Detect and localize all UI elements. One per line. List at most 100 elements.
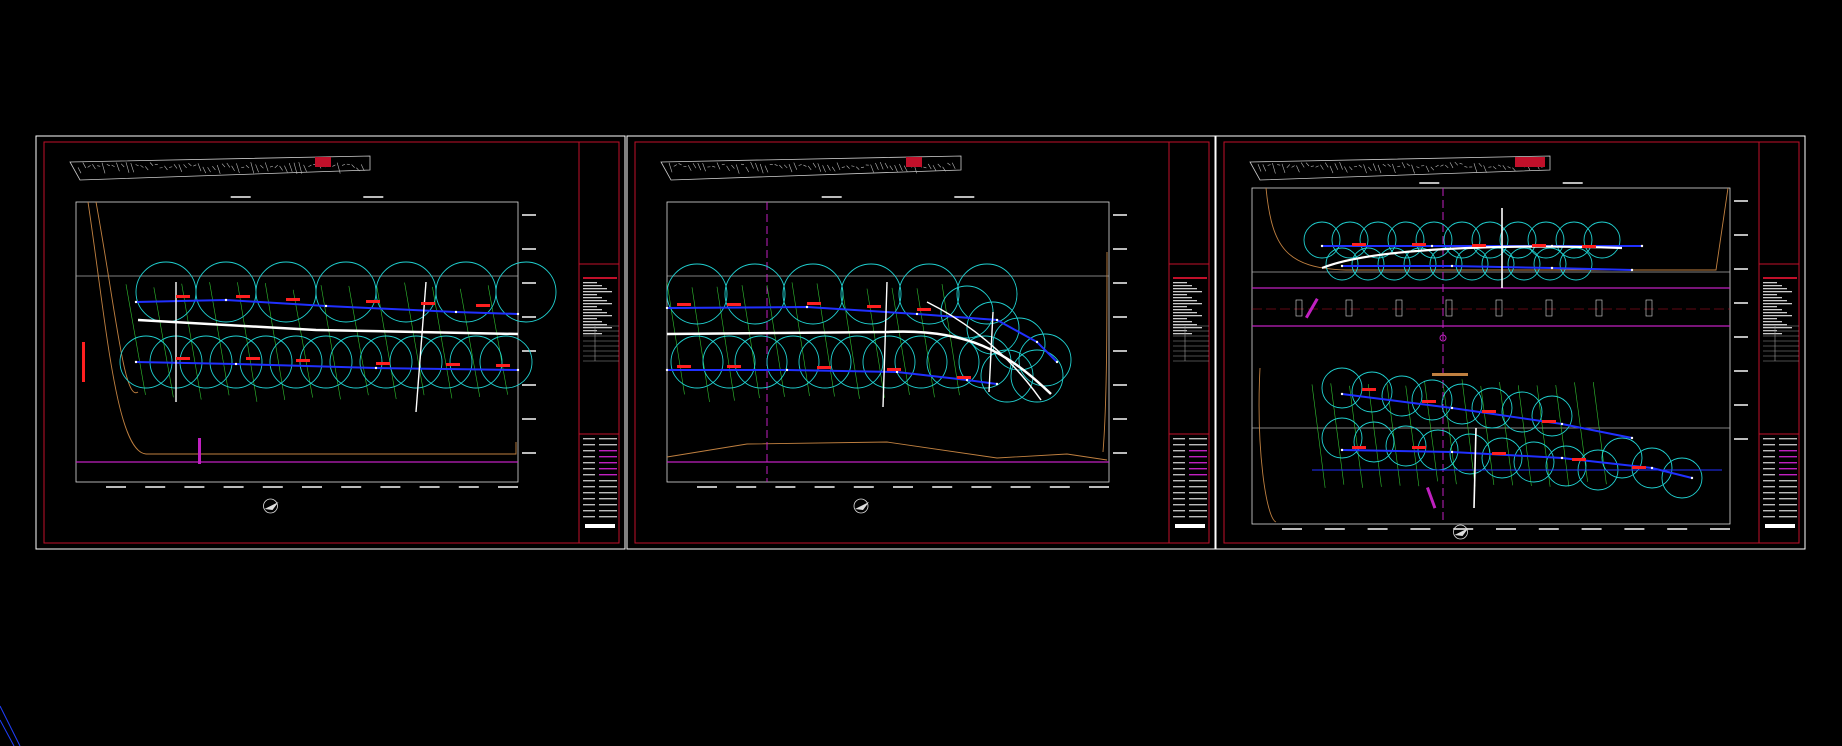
key-plan-hatch	[332, 164, 336, 167]
key-plan-hatch	[1459, 162, 1463, 165]
pipe-node	[1055, 360, 1059, 364]
plan-viewport[interactable]	[1251, 182, 1748, 530]
plant-label	[1422, 400, 1436, 403]
title-block-stamp	[1175, 524, 1205, 528]
coordinate-tick-label	[1010, 486, 1031, 488]
key-plan-hatch	[1291, 165, 1295, 168]
title-block-text-line	[583, 315, 612, 317]
title-block-cell	[1763, 492, 1775, 494]
plant-label	[1352, 243, 1366, 246]
key-plan-hatch	[759, 163, 764, 174]
drawing-sheet-3[interactable]	[1215, 135, 1806, 550]
coordinate-tick-label	[522, 384, 536, 386]
key-plan-hatch	[899, 163, 903, 171]
key-plan-hatch	[336, 162, 341, 174]
plan-viewport[interactable]	[665, 196, 1127, 488]
title-block-cell	[583, 456, 595, 458]
pipe-node	[516, 368, 520, 372]
title-block-cell	[583, 444, 595, 446]
coordinate-tick-label	[1419, 182, 1440, 184]
coordinate-tick-label	[1113, 282, 1127, 284]
key-plan-hatch	[817, 163, 822, 172]
coordinate-tick-label	[184, 486, 205, 488]
plant-label	[366, 300, 380, 303]
key-plan-hatch	[860, 166, 865, 168]
key-plan-hatch	[927, 163, 932, 170]
key-plan-hatch	[735, 164, 740, 174]
pipe-node	[1640, 244, 1644, 248]
title-block-cell	[1189, 486, 1207, 488]
cad-drawing-canvas[interactable]	[0, 0, 1842, 746]
key-plan-hatch	[803, 164, 807, 167]
title-block-text-line	[1173, 327, 1202, 329]
key-plan-hatch	[221, 163, 226, 168]
coordinate-tick-label	[145, 486, 166, 488]
title-block-cell	[1173, 492, 1185, 494]
key-plan-hatch	[712, 165, 716, 168]
key-plan-hatch	[255, 164, 259, 173]
title-block-text-line	[583, 306, 597, 308]
tree-canopy-circle	[702, 335, 756, 389]
title-block-cell	[1763, 438, 1775, 440]
pipe-node	[134, 360, 138, 364]
key-plan-hatch	[183, 164, 187, 169]
key-plan-hatch	[1473, 163, 1478, 173]
tree-canopy-circle	[1601, 437, 1643, 479]
pipe-node	[454, 310, 458, 314]
title-block-cell	[1779, 474, 1797, 476]
title-block-text-line	[1173, 282, 1187, 284]
key-plan-hatch	[1320, 164, 1324, 170]
title-block-cell	[599, 510, 617, 512]
plant-label	[296, 359, 310, 362]
north-arrow-icon	[263, 498, 279, 514]
tree-canopy-circle	[798, 335, 852, 389]
key-plan-hatch	[241, 166, 245, 169]
pipe-node	[915, 312, 919, 316]
coordinate-tick-label	[1734, 336, 1748, 338]
pipe-node	[1035, 340, 1039, 344]
title-block-text-line	[1763, 303, 1792, 305]
key-plan-hatch	[236, 163, 240, 174]
tree-canopy-circle	[1455, 247, 1489, 281]
magenta-callout	[1305, 298, 1319, 319]
key-plan-hatch	[1449, 162, 1454, 169]
coordinate-tick-label	[954, 196, 975, 198]
irrigation-pipe	[1341, 449, 1693, 479]
tree-canopy-circle	[1321, 367, 1363, 409]
key-plan-hatch	[188, 163, 192, 167]
title-block-cell	[1173, 516, 1185, 518]
key-plan-hatch	[779, 164, 783, 169]
plant-label	[1532, 244, 1546, 247]
drawing-sheet-2[interactable]	[626, 135, 1216, 550]
title-block-stamp	[1765, 524, 1795, 528]
key-plan-strip	[69, 155, 371, 181]
tree-canopy-circle	[1441, 383, 1483, 425]
plant-label	[1472, 244, 1486, 247]
key-plan-hatch	[678, 163, 682, 166]
road-marker	[1445, 299, 1453, 317]
title-block-cell	[583, 492, 595, 494]
plant-label	[1542, 420, 1556, 423]
tree-canopy-circle	[195, 261, 257, 323]
coordinate-tick-label	[697, 486, 717, 488]
plant-label	[817, 366, 831, 369]
tree-canopy-circle	[389, 335, 443, 389]
key-plan-hatch	[1281, 163, 1286, 174]
plan-viewport[interactable]	[75, 196, 557, 488]
coordinate-tick-label	[419, 486, 440, 488]
key-plan-hatch	[822, 165, 826, 173]
plant-label	[176, 357, 190, 360]
key-plan-hatch	[87, 165, 91, 168]
key-plan-hatch	[130, 163, 135, 173]
plant-label	[421, 302, 435, 305]
title-block-cell	[599, 492, 617, 494]
coordinate-tick-label	[302, 486, 322, 488]
plant-label	[957, 376, 971, 379]
drawing-sheet-1[interactable]	[35, 135, 626, 550]
coordinate-tick-label	[1113, 384, 1127, 386]
key-plan-hatch	[1324, 162, 1329, 168]
title-block-text-line	[1763, 285, 1782, 287]
key-plan-hatch	[1444, 164, 1449, 169]
road-marker	[1495, 299, 1503, 317]
key-plan-hatch	[894, 165, 898, 173]
